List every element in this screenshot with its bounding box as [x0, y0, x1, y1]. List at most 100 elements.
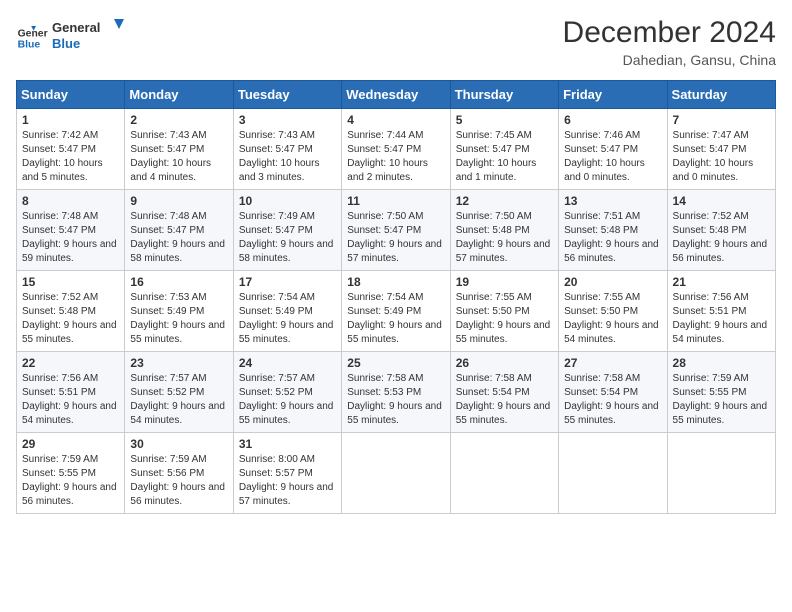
- calendar-cell: 22Sunrise: 7:56 AMSunset: 5:51 PMDayligh…: [17, 352, 125, 433]
- day-info: Sunrise: 7:58 AMSunset: 5:53 PMDaylight:…: [347, 372, 444, 428]
- calendar-cell: 26 Sunrise: 7:58 AMSunset: 5:54 PMDayligh…: [450, 352, 558, 433]
- day-info: Sunrise: 7:59 AMSunset: 5:55 PMDaylight:…: [673, 372, 770, 428]
- calendar-cell: [450, 433, 558, 514]
- calendar-cell: 3Sunrise: 7:43 AMSunset: 5:47 PMDaylight…: [233, 109, 341, 190]
- calendar-week-3: 15 Sunrise: 7:52 AMSunset: 5:48 PMDayligh…: [17, 271, 776, 352]
- calendar-week-1: 1Sunrise: 7:42 AMSunset: 5:47 PMDaylight…: [17, 109, 776, 190]
- calendar-cell: 30 Sunrise: 7:59 AMSunset: 5:56 PMDayligh…: [125, 433, 233, 514]
- svg-text:Blue: Blue: [52, 36, 80, 51]
- calendar-cell: 10 Sunrise: 7:49 AMSunset: 5:47 PMDayligh…: [233, 190, 341, 271]
- calendar-cell: 12Sunrise: 7:50 AMSunset: 5:48 PMDayligh…: [450, 190, 558, 271]
- logo: General Blue General Blue: [16, 16, 132, 59]
- day-info: Sunrise: 7:54 AMSunset: 5:49 PMDaylight:…: [347, 291, 444, 347]
- day-number: 5: [456, 113, 553, 127]
- day-number: 18: [347, 275, 444, 289]
- calendar-cell: 1Sunrise: 7:42 AMSunset: 5:47 PMDaylight…: [17, 109, 125, 190]
- calendar-body: 1Sunrise: 7:42 AMSunset: 5:47 PMDaylight…: [17, 109, 776, 514]
- calendar-cell: 19 Sunrise: 7:55 AMSunset: 5:50 PMDayligh…: [450, 271, 558, 352]
- day-number: 14: [673, 194, 770, 208]
- day-number: 16: [130, 275, 227, 289]
- day-info: Sunrise: 7:52 AMSunset: 5:48 PMDaylight:…: [22, 291, 119, 347]
- page-header: General Blue General Blue December 2024 …: [16, 16, 776, 68]
- day-number: 30: [130, 437, 227, 451]
- calendar-cell: [559, 433, 667, 514]
- day-number: 20: [564, 275, 661, 289]
- day-number: 29: [22, 437, 119, 451]
- day-info: Sunrise: 7:59 AMSunset: 5:55 PMDaylight:…: [22, 453, 119, 509]
- calendar-cell: 29 Sunrise: 7:59 AMSunset: 5:55 PMDayligh…: [17, 433, 125, 514]
- weekday-saturday: Saturday: [667, 81, 775, 109]
- day-info: Sunrise: 7:50 AMSunset: 5:48 PMDaylight:…: [456, 210, 553, 266]
- calendar-cell: 28 Sunrise: 7:59 AMSunset: 5:55 PMDayligh…: [667, 352, 775, 433]
- day-number: 8: [22, 194, 119, 208]
- weekday-header-row: SundayMondayTuesdayWednesdayThursdayFrid…: [17, 81, 776, 109]
- calendar-cell: 16Sunrise: 7:53 AMSunset: 5:49 PMDayligh…: [125, 271, 233, 352]
- day-info: Sunrise: 8:00 AMSunset: 5:57 PMDaylight:…: [239, 453, 336, 509]
- calendar-cell: 13 Sunrise: 7:51 AMSunset: 5:48 PMDayligh…: [559, 190, 667, 271]
- day-info: Sunrise: 7:59 AMSunset: 5:56 PMDaylight:…: [130, 453, 227, 509]
- day-number: 28: [673, 356, 770, 370]
- calendar-cell: 17 Sunrise: 7:54 AMSunset: 5:49 PMDayligh…: [233, 271, 341, 352]
- month-title: December 2024: [563, 16, 776, 50]
- day-info: Sunrise: 7:57 AMSunset: 5:52 PMDaylight:…: [130, 372, 227, 428]
- day-info: Sunrise: 7:56 AMSunset: 5:51 PMDaylight:…: [673, 291, 770, 347]
- calendar-cell: 8Sunrise: 7:48 AMSunset: 5:47 PMDaylight…: [17, 190, 125, 271]
- day-info: Sunrise: 7:49 AMSunset: 5:47 PMDaylight:…: [239, 210, 336, 266]
- day-number: 10: [239, 194, 336, 208]
- day-number: 2: [130, 113, 227, 127]
- calendar-cell: 4Sunrise: 7:44 AMSunset: 5:47 PMDaylight…: [342, 109, 450, 190]
- weekday-monday: Monday: [125, 81, 233, 109]
- day-number: 3: [239, 113, 336, 127]
- calendar-table: SundayMondayTuesdayWednesdayThursdayFrid…: [16, 80, 776, 514]
- calendar-cell: 9 Sunrise: 7:48 AMSunset: 5:47 PMDaylight…: [125, 190, 233, 271]
- calendar-cell: [667, 433, 775, 514]
- day-info: Sunrise: 7:46 AMSunset: 5:47 PMDaylight:…: [564, 129, 661, 185]
- day-number: 1: [22, 113, 119, 127]
- day-number: 21: [673, 275, 770, 289]
- day-info: Sunrise: 7:45 AMSunset: 5:47 PMDaylight:…: [456, 129, 553, 185]
- day-info: Sunrise: 7:55 AMSunset: 5:50 PMDaylight:…: [456, 291, 553, 347]
- weekday-thursday: Thursday: [450, 81, 558, 109]
- calendar-cell: 21 Sunrise: 7:56 AMSunset: 5:51 PMDayligh…: [667, 271, 775, 352]
- day-number: 6: [564, 113, 661, 127]
- day-info: Sunrise: 7:55 AMSunset: 5:50 PMDaylight:…: [564, 291, 661, 347]
- day-number: 7: [673, 113, 770, 127]
- calendar-week-5: 29 Sunrise: 7:59 AMSunset: 5:55 PMDayligh…: [17, 433, 776, 514]
- svg-text:Blue: Blue: [18, 39, 41, 50]
- day-number: 31: [239, 437, 336, 451]
- day-number: 17: [239, 275, 336, 289]
- day-info: Sunrise: 7:58 AMSunset: 5:54 PMDaylight:…: [456, 372, 553, 428]
- calendar-cell: 7 Sunrise: 7:47 AMSunset: 5:47 PMDaylight…: [667, 109, 775, 190]
- weekday-tuesday: Tuesday: [233, 81, 341, 109]
- day-number: 13: [564, 194, 661, 208]
- weekday-wednesday: Wednesday: [342, 81, 450, 109]
- calendar-cell: 14 Sunrise: 7:52 AMSunset: 5:48 PMDayligh…: [667, 190, 775, 271]
- day-info: Sunrise: 7:56 AMSunset: 5:51 PMDaylight:…: [22, 372, 119, 428]
- day-number: 26: [456, 356, 553, 370]
- day-number: 27: [564, 356, 661, 370]
- day-info: Sunrise: 7:47 AMSunset: 5:47 PMDaylight:…: [673, 129, 770, 185]
- calendar-cell: 5 Sunrise: 7:45 AMSunset: 5:47 PMDaylight…: [450, 109, 558, 190]
- weekday-sunday: Sunday: [17, 81, 125, 109]
- weekday-friday: Friday: [559, 81, 667, 109]
- day-number: 23: [130, 356, 227, 370]
- calendar-cell: 23 Sunrise: 7:57 AMSunset: 5:52 PMDayligh…: [125, 352, 233, 433]
- day-info: Sunrise: 7:50 AMSunset: 5:47 PMDaylight:…: [347, 210, 444, 266]
- day-number: 9: [130, 194, 227, 208]
- calendar-week-4: 22Sunrise: 7:56 AMSunset: 5:51 PMDayligh…: [17, 352, 776, 433]
- logo-svg: General Blue: [52, 16, 132, 54]
- calendar-cell: 27Sunrise: 7:58 AMSunset: 5:54 PMDayligh…: [559, 352, 667, 433]
- calendar-cell: 24Sunrise: 7:57 AMSunset: 5:52 PMDayligh…: [233, 352, 341, 433]
- day-number: 15: [22, 275, 119, 289]
- calendar-cell: 11Sunrise: 7:50 AMSunset: 5:47 PMDayligh…: [342, 190, 450, 271]
- day-info: Sunrise: 7:48 AMSunset: 5:47 PMDaylight:…: [130, 210, 227, 266]
- day-info: Sunrise: 7:51 AMSunset: 5:48 PMDaylight:…: [564, 210, 661, 266]
- day-number: 4: [347, 113, 444, 127]
- calendar-cell: [342, 433, 450, 514]
- day-info: Sunrise: 7:54 AMSunset: 5:49 PMDaylight:…: [239, 291, 336, 347]
- day-number: 19: [456, 275, 553, 289]
- calendar-cell: 31 Sunrise: 8:00 AMSunset: 5:57 PMDayligh…: [233, 433, 341, 514]
- calendar-week-2: 8 Sunrise: 7:48 AMSunset: 5:47 PMDaylight…: [17, 190, 776, 271]
- calendar-cell: 6 Sunrise: 7:46 AMSunset: 5:47 PMDaylight…: [559, 109, 667, 190]
- day-info: Sunrise: 7:52 AMSunset: 5:48 PMDaylight:…: [673, 210, 770, 266]
